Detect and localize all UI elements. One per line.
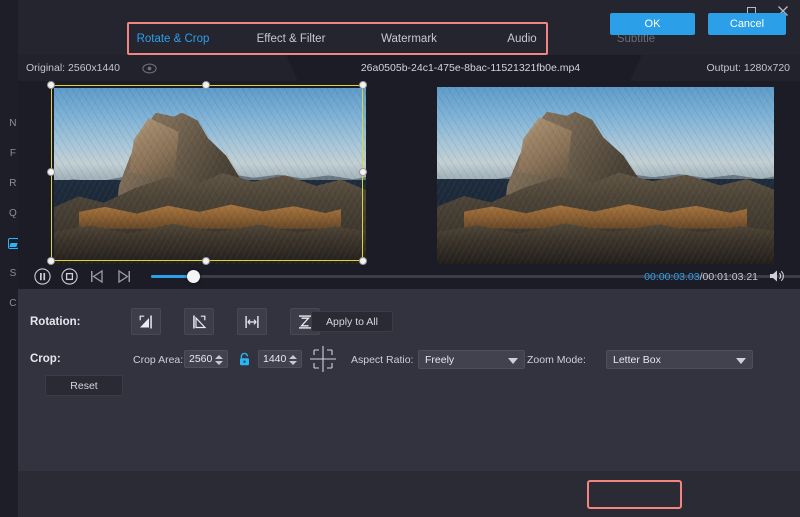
zoom-mode-value: Letter Box [613,354,661,366]
rotate-right-button[interactable] [184,308,214,335]
total-time-label: 00:01:03.21 [703,271,758,283]
sidebar-item-label: S [10,268,17,279]
rotate-left-icon [138,314,154,330]
output-video-frame [437,87,774,264]
dialog-footer [18,471,800,517]
output-info-group: Output: 1280x720 [630,55,800,81]
original-resolution-label: Original: 2560x1440 [26,62,120,74]
time-display: 00:00:03.03 / 00:01:03.21 [644,264,758,289]
aspect-ratio-label: Aspect Ratio: [351,354,413,366]
pause-button[interactable] [33,267,52,286]
crop-width-stepper[interactable] [184,350,228,368]
crop-handle-middle-right[interactable] [359,168,367,176]
stop-icon [61,268,78,285]
flip-horizontal-icon [244,314,260,330]
stop-button[interactable] [60,267,79,286]
source-preview[interactable] [22,83,407,267]
crop-height-increment[interactable] [289,355,297,359]
sidebar-item-label: R [9,178,16,189]
volume-icon [768,267,786,285]
original-info-group: Original: 2560x1440 [18,55,298,81]
rotation-buttons [131,308,320,335]
crop-height-arrows[interactable] [289,352,298,368]
flip-horizontal-button[interactable] [237,308,267,335]
pause-icon [34,268,51,285]
next-frame-icon [116,269,132,284]
tab-watermark[interactable]: Watermark [350,22,468,55]
reset-button[interactable]: Reset [45,375,123,396]
rotation-row-label: Rotation: [30,316,80,328]
previous-frame-icon [89,269,105,284]
preview-area [18,81,800,289]
chevron-down-icon [736,358,746,364]
crop-height-input[interactable] [259,353,289,365]
source-video-frame [54,88,366,264]
volume-button[interactable] [768,267,786,285]
sidebar-item-label: F [10,148,16,159]
crop-handle-middle-left[interactable] [47,168,55,176]
tab-audio[interactable]: Audio [468,22,576,55]
crop-handle-top-left[interactable] [47,81,55,89]
crop-height-decrement[interactable] [289,361,297,365]
crop-height-stepper[interactable] [258,350,302,368]
tab-rotate-crop[interactable]: Rotate & Crop [114,22,232,55]
video-converter-icon [8,238,19,249]
playback-controls: 00:00:03.03 / 00:01:03.21 [18,264,800,289]
file-info-bar: Original: 2560x1440 26a0505b-24c1-475e-8… [18,55,800,81]
sidebar-item-label: N [9,118,16,129]
crop-row-label: Crop: [30,353,61,365]
crop-width-input[interactable] [185,353,215,365]
eye-icon[interactable] [142,60,158,76]
aspect-ratio-dropdown[interactable]: Freely [418,350,525,369]
current-time-label: 00:00:03.03 [644,271,699,283]
rotate-left-button[interactable] [131,308,161,335]
edit-dialog: Rotate & Crop Effect & Filter Watermark … [18,0,800,517]
crop-handle-top-center[interactable] [202,81,210,89]
crop-width-arrows[interactable] [215,352,224,368]
transport-buttons [33,264,133,289]
zoom-mode-dropdown[interactable]: Letter Box [606,350,753,369]
ok-button[interactable]: OK [610,13,695,35]
seek-thumb[interactable] [187,270,200,283]
filename-label: 26a0505b-24c1-475e-8bac-11521321fb0e.mp4 [298,55,643,81]
crosshair-icon[interactable] [309,345,337,373]
crop-area-label: Crop Area: [133,354,183,366]
crop-width-increment[interactable] [215,355,223,359]
crop-handle-top-right[interactable] [359,81,367,89]
sidebar-item-label: Q [9,208,17,219]
next-frame-button[interactable] [114,267,133,286]
output-preview[interactable] [413,83,798,267]
tab-effect-filter[interactable]: Effect & Filter [232,22,350,55]
previous-frame-button[interactable] [87,267,106,286]
apply-to-all-button[interactable]: Apply to All [311,311,393,332]
crop-width-decrement[interactable] [215,361,223,365]
rotate-right-icon [191,314,207,330]
aspect-ratio-value: Freely [425,354,454,366]
output-resolution-label: Output: 1280x720 [707,62,790,74]
lock-icon[interactable] [237,350,251,368]
zoom-mode-label: Zoom Mode: [527,354,586,366]
app-root: N F R Q S C [0,0,800,517]
cancel-button[interactable]: Cancel [708,13,786,35]
sidebar-item-label: C [9,298,16,309]
chevron-down-icon [508,358,518,364]
